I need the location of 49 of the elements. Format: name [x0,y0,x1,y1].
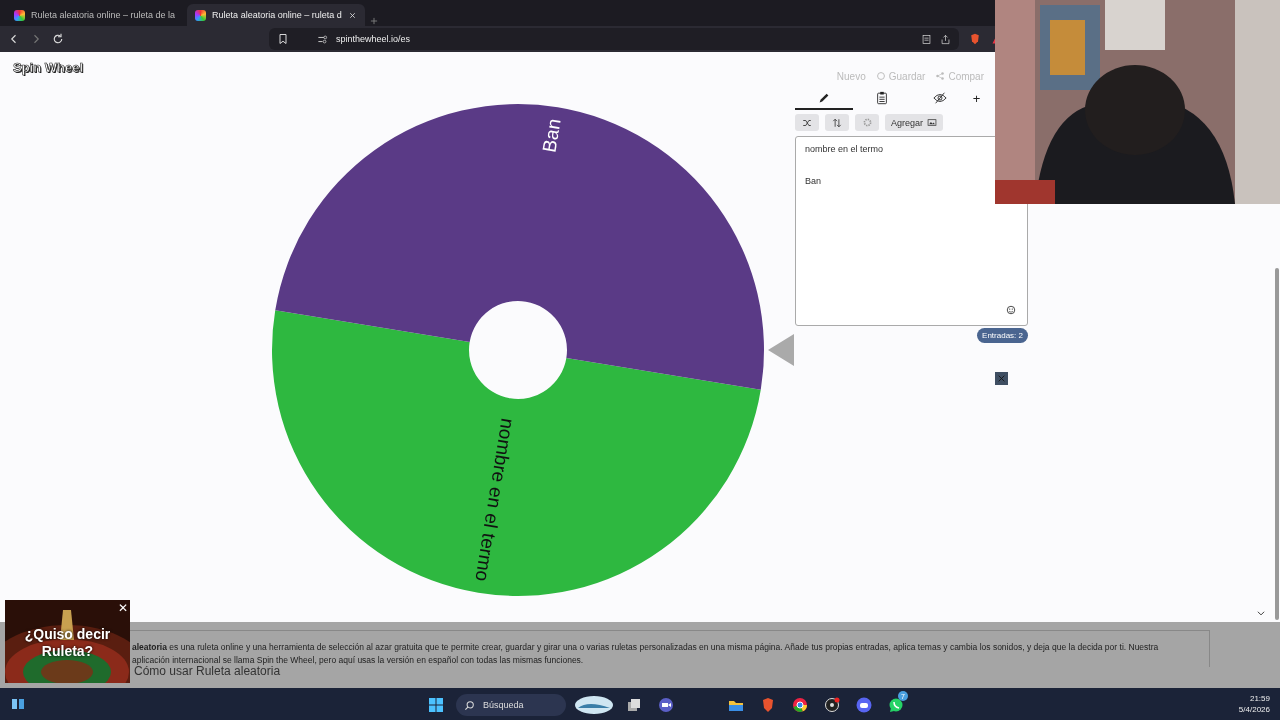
add-image-button[interactable]: Agregar [885,114,944,131]
search-icon [464,699,475,711]
windows-icon [428,697,444,713]
pencil-icon [817,91,831,105]
browser-tab[interactable]: Ruleta aleatoria online – ruleta d [187,4,365,26]
site-settings-icon [317,33,328,45]
entries-count: Entradas: 2 [977,328,1028,343]
logo[interactable]: Spin Wheel [13,59,84,75]
chevron-down-icon [1256,608,1266,618]
desktop-icon [10,696,26,712]
share-icon [935,71,946,81]
widget-icon [574,694,614,716]
bookmark-icon [277,33,289,45]
circle-ring-icon [792,697,808,713]
camera-icon [658,697,674,713]
image-icon [927,118,938,127]
eye-slash-icon [932,91,948,105]
reload-icon [52,33,64,45]
search-field[interactable]: Búsqueda [456,694,566,716]
share-icon [940,33,951,45]
section-heading: Cómo usar Ruleta aleatoria [134,665,282,677]
entries-field[interactable]: nombre en el termo Ban [795,136,1028,326]
record-icon [824,697,840,713]
editor-tab[interactable]: + [969,88,984,110]
close-icon [347,10,357,20]
windows-stack-icon [626,697,642,713]
segment-label: Ban [538,117,565,154]
entry-text: nombre en el termo [805,144,885,154]
browser-tab[interactable]: Ruleta aleatoria online – ruleta de la [6,4,184,26]
clipboard-icon [875,91,889,105]
emoji-icon [1006,305,1016,315]
ad-headline[interactable]: ¿Quiso decir Ruleta? [5,626,130,660]
close-icon [997,374,1006,383]
sort-icon [832,117,842,128]
shuffle-icon [802,117,812,128]
segment-label: nombre en el termo [471,416,519,583]
entry-text: Ban [805,176,822,186]
favicon-icon [195,9,207,21]
url-text: spinthewheel.io/es [336,34,411,44]
pointer-icon [768,334,794,366]
address-bar[interactable]: spinthewheel.io/es [269,28,959,50]
scrollbar[interactable] [1275,268,1279,620]
new-tab-icon [368,16,379,26]
shuffle-button[interactable] [795,114,819,131]
favicon-icon [14,9,25,21]
phone-bubble-icon [888,697,904,713]
reader-icon [921,33,932,45]
clock[interactable]: 21:59 5/4/2026 [1238,694,1270,714]
close-button[interactable]: ✕ [118,601,128,615]
